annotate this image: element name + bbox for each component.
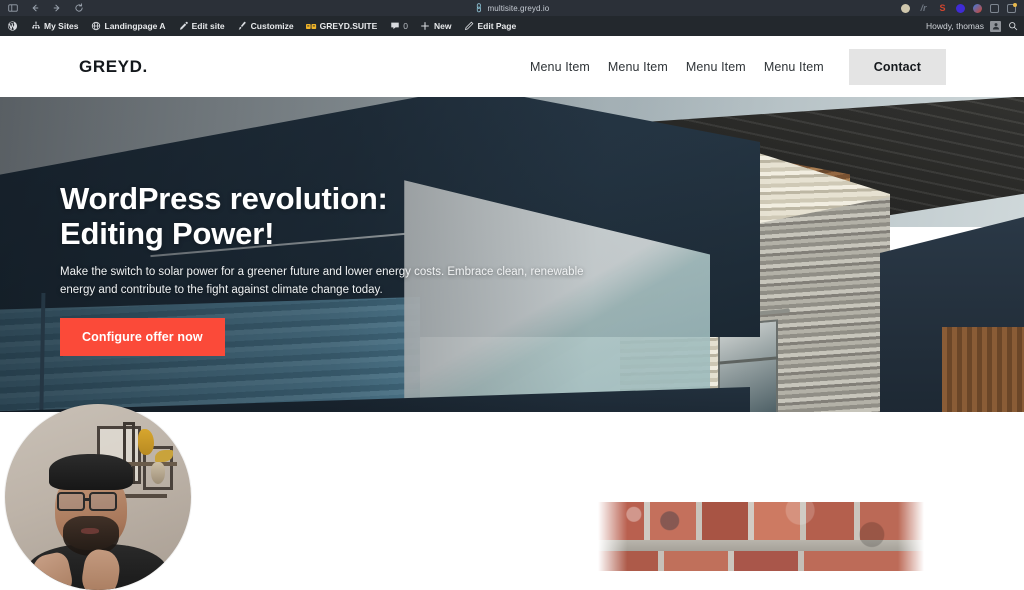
site-header: GREYD. Menu Item Menu Item Menu Item Men…	[0, 36, 1024, 97]
browser-nav-controls	[0, 3, 84, 14]
hero-title: WordPress revolution: Editing Power!	[60, 181, 680, 251]
comment-bubble-icon	[389, 21, 400, 32]
customize-brush-icon	[237, 21, 248, 32]
site-icon	[91, 21, 102, 32]
comment-count: 0	[403, 21, 408, 31]
brick-edge-fade	[598, 490, 924, 571]
address-bar-url: multisite.greyd.io	[487, 3, 550, 13]
adminbar-label: Customize	[250, 21, 294, 31]
primary-navigation: Menu Item Menu Item Menu Item Menu Item …	[521, 48, 946, 85]
adminbar-item-edit-page[interactable]: Edit Page	[457, 16, 522, 36]
address-bar[interactable]: 🔗 multisite.greyd.io	[0, 0, 1024, 16]
link-icon: 🔗	[473, 2, 486, 14]
hero-section: WordPress revolution: Editing Power! Mak…	[0, 97, 1024, 412]
adminbar-item-customize[interactable]: Customize	[231, 16, 300, 36]
wordpress-admin-bar: My Sites Landingpage A Edit site Customi…	[0, 16, 1024, 36]
adminbar-label: New	[433, 21, 452, 31]
avatar[interactable]	[990, 20, 1001, 32]
wordpress-logo-icon	[7, 21, 18, 32]
hero-content: WordPress revolution: Editing Power! Mak…	[60, 181, 680, 356]
webcam-glasses-left	[57, 492, 85, 511]
adminbar-greeting: Howdy, thomas	[926, 21, 984, 31]
italic-extension-icon[interactable]: /r	[918, 3, 929, 14]
colorful-extension-icon[interactable]	[973, 3, 982, 13]
search-icon[interactable]	[1007, 21, 1018, 32]
adminbar-item-greyd-suite[interactable]: GREYD.SUITE	[300, 16, 384, 36]
adminbar-label: Landingpage A	[104, 21, 166, 31]
nav-item-2[interactable]: Menu Item	[599, 60, 677, 74]
adminbar-item-wordpress[interactable]	[0, 16, 24, 36]
webcam-vase-decor	[151, 462, 165, 484]
site-logo[interactable]: GREYD.	[79, 57, 148, 77]
extension-badge	[1013, 2, 1017, 7]
webcam-overlay[interactable]	[5, 404, 191, 590]
reload-icon[interactable]	[73, 3, 84, 14]
browser-chrome: 🔗 multisite.greyd.io /r S	[0, 0, 1024, 16]
adminbar-item-comments[interactable]: 0	[383, 16, 414, 36]
s-extension-icon[interactable]: S	[937, 3, 948, 14]
list-extension-icon[interactable]	[990, 3, 999, 13]
panel-extension-icon[interactable]	[1007, 2, 1017, 13]
webcam-glasses-bridge	[84, 498, 91, 501]
adminbar-label: Edit Page	[477, 21, 517, 31]
adminbar-label: Edit site	[191, 21, 225, 31]
purple-extension-icon[interactable]	[956, 3, 965, 13]
browser-extensions: /r S	[901, 0, 1017, 16]
pencil-icon	[463, 21, 474, 32]
hero-subtitle: Make the switch to solar power for a gre…	[60, 266, 584, 296]
forward-arrow-icon[interactable]	[51, 3, 62, 14]
adminbar-label: GREYD.SUITE	[319, 21, 378, 31]
profile-avatar-icon[interactable]	[901, 3, 910, 13]
adminbar-label: My Sites	[44, 21, 79, 31]
webcam-glasses-right	[89, 492, 117, 511]
hero-cta-button[interactable]: Configure offer now	[60, 317, 225, 356]
adminbar-item-new[interactable]: New	[414, 16, 457, 36]
greyd-suite-icon	[305, 21, 317, 32]
hero-title-line-2: Editing Power!	[60, 216, 275, 252]
contact-button[interactable]: Contact	[848, 48, 946, 85]
edit-site-icon	[178, 21, 189, 32]
network-icon	[30, 21, 41, 32]
back-arrow-icon[interactable]	[29, 3, 40, 14]
adminbar-account-area[interactable]: Howdy, thomas	[926, 16, 1018, 36]
brick-wall-image	[598, 490, 924, 571]
nav-item-4[interactable]: Menu Item	[755, 60, 833, 74]
adminbar-item-my-sites[interactable]: My Sites	[24, 16, 85, 36]
plus-icon	[420, 21, 431, 32]
webcam-person-beard	[63, 516, 119, 556]
adminbar-item-landingpage[interactable]: Landingpage A	[85, 16, 172, 36]
sidebar-toggle-icon[interactable]	[7, 3, 18, 14]
nav-item-1[interactable]: Menu Item	[521, 60, 599, 74]
nav-item-3[interactable]: Menu Item	[677, 60, 755, 74]
webcam-plant-decor	[138, 429, 154, 455]
hero-title-line-1: WordPress revolution:	[60, 181, 388, 216]
adminbar-item-edit-site[interactable]: Edit site	[172, 16, 231, 36]
webcam-person-cap	[49, 454, 133, 490]
webcam-person-mouth	[81, 528, 99, 534]
